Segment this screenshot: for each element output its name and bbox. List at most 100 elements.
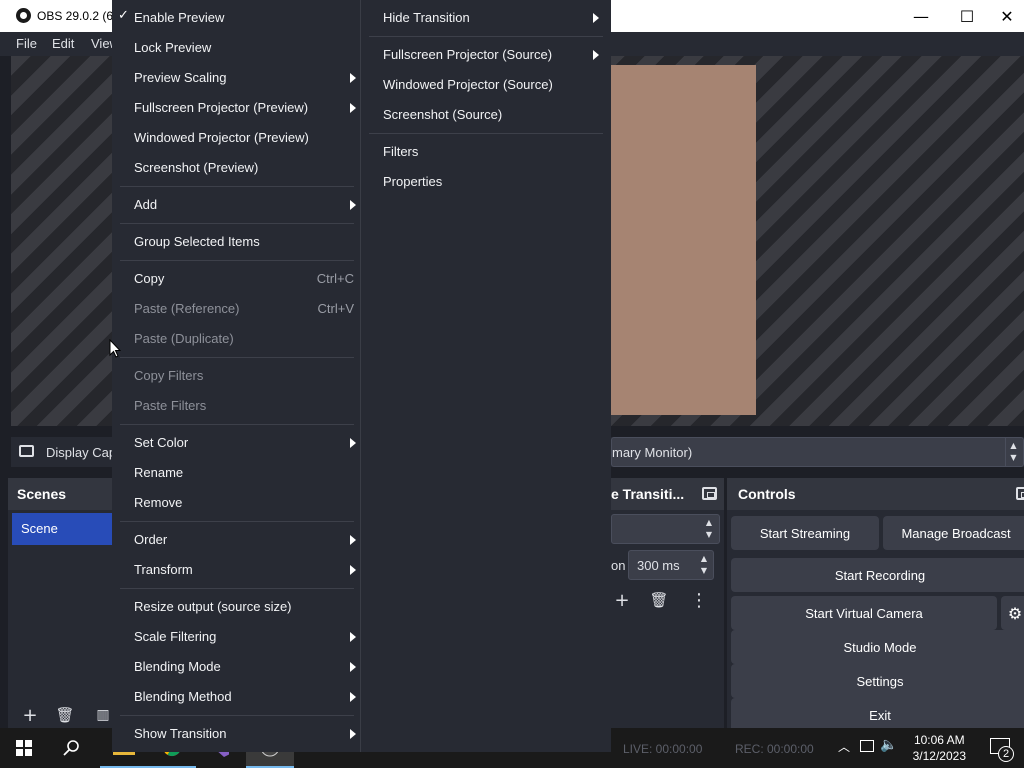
scene-filters-button[interactable]: ▥ — [94, 704, 112, 726]
undock-icon[interactable] — [702, 487, 717, 500]
undock-icon[interactable] — [1016, 487, 1024, 500]
menu-item-screenshot-preview[interactable]: Screenshot (Preview) — [112, 153, 368, 183]
menu-item-label: Copy — [134, 271, 165, 286]
network-icon[interactable] — [860, 740, 874, 752]
source-name: Display Capture — [46, 445, 114, 460]
menu-item-fullscreen-projector-source[interactable]: Fullscreen Projector (Source) — [361, 40, 611, 70]
start-streaming-button[interactable]: Start Streaming — [731, 516, 879, 550]
settings-button[interactable]: Settings — [731, 664, 1024, 698]
menu-item-paste-duplicate[interactable]: Paste (Duplicate) — [112, 324, 368, 354]
stepper-icon[interactable]: ▲ ▼ — [697, 551, 711, 579]
obs-logo-icon — [16, 8, 31, 23]
minimize-button[interactable]: — — [898, 0, 944, 32]
menu-item-order[interactable]: Order — [112, 525, 368, 555]
submenu-arrow-icon — [350, 438, 356, 448]
manage-broadcast-button[interactable]: Manage Broadcast — [883, 516, 1024, 550]
mouse-cursor-icon — [109, 339, 121, 358]
menu-item-group-selected[interactable]: Group Selected Items — [112, 227, 368, 257]
menu-item-label: Screenshot (Preview) — [134, 160, 259, 175]
menu-separator — [369, 36, 603, 37]
display-capture-source[interactable] — [611, 65, 756, 415]
add-scene-button[interactable]: + — [18, 704, 42, 726]
monitor-icon — [19, 445, 34, 457]
remove-scene-button[interactable]: 🗑 — [53, 704, 77, 726]
volume-icon[interactable]: 🔈 — [880, 737, 897, 753]
menu-separator — [120, 521, 354, 522]
submenu-arrow-icon — [350, 692, 356, 702]
menu-item-lock-preview[interactable]: Lock Preview — [112, 33, 368, 63]
menu-item-screenshot-source[interactable]: Screenshot (Source) — [361, 100, 611, 130]
menu-file[interactable]: File — [16, 36, 37, 51]
select-arrows-icon: ▲ ▼ — [1005, 438, 1021, 466]
virtual-camera-settings-gear-icon[interactable]: ⚙ — [1001, 596, 1024, 630]
submenu-arrow-icon — [350, 632, 356, 642]
controls-title: Controls — [727, 478, 1024, 510]
transition-select[interactable]: ▲ ▼ — [611, 514, 720, 544]
transition-menu-button[interactable]: ⋮ — [685, 588, 713, 612]
menu-item-copy[interactable]: Copy Ctrl+C — [112, 264, 368, 294]
menu-item-label: Windowed Projector (Source) — [383, 77, 553, 92]
menu-item-label: Order — [134, 532, 168, 547]
menu-item-label: Lock Preview — [134, 40, 212, 55]
menu-item-resize-output[interactable]: Resize output (source size) — [112, 592, 368, 622]
menu-item-set-color[interactable]: Set Color — [112, 428, 368, 458]
menu-item-show-transition[interactable]: Show Transition — [112, 719, 368, 749]
menu-item-hide-transition[interactable]: Hide Transition — [361, 3, 611, 33]
window-title: OBS 29.0.2 (64-bit, windows) - Profile: … — [37, 9, 113, 23]
menu-item-preview-scaling[interactable]: Preview Scaling — [112, 63, 368, 93]
menu-item-scale-filtering[interactable]: Scale Filtering — [112, 622, 368, 652]
shortcut-label: Ctrl+V — [317, 301, 354, 316]
menu-view[interactable]: View — [91, 36, 113, 51]
submenu-arrow-icon — [350, 73, 356, 83]
submenu-arrow-icon — [350, 103, 356, 113]
menu-item-filters[interactable]: Filters — [361, 137, 611, 167]
menu-item-enable-preview[interactable]: ✓ Enable Preview — [112, 3, 368, 33]
controls-dock: Controls Start Streaming Manage Broadcas… — [727, 478, 1024, 732]
menu-item-label: Properties — [383, 174, 443, 189]
clock-date: 3/12/2023 — [912, 749, 966, 763]
system-tray: ︿ 🔈 10:06 AM 3/12/2023 2 — [834, 728, 1024, 768]
shortcut-label: Ctrl+C — [316, 271, 354, 286]
scene-list-item[interactable]: Scene — [12, 513, 112, 545]
display-select[interactable]: mary Monitor) ▲ ▼ — [611, 437, 1024, 467]
menu-item-fullscreen-projector-preview[interactable]: Fullscreen Projector (Preview) — [112, 93, 368, 123]
menu-item-paste-filters[interactable]: Paste Filters — [112, 391, 368, 421]
search-icon[interactable] — [48, 728, 96, 768]
menu-item-blending-mode[interactable]: Blending Mode — [112, 652, 368, 682]
clock[interactable]: 10:06 AM 3/12/2023 — [913, 732, 966, 764]
menu-item-add[interactable]: Add — [112, 190, 368, 220]
checkmark-icon: ✓ — [118, 8, 129, 23]
context-menu: ✓ Enable Preview Lock Preview Preview Sc… — [112, 0, 368, 752]
menu-separator — [120, 357, 354, 358]
submenu-arrow-icon — [593, 13, 599, 23]
menu-edit[interactable]: Edit — [52, 36, 74, 51]
start-recording-button[interactable]: Start Recording — [731, 558, 1024, 592]
context-menu-column-2: Hide Transition Fullscreen Projector (So… — [360, 0, 611, 752]
remove-transition-button[interactable]: 🗑 — [645, 588, 673, 612]
menu-item-copy-filters[interactable]: Copy Filters — [112, 361, 368, 391]
menu-item-properties[interactable]: Properties — [361, 167, 611, 197]
close-button[interactable]: ✕ — [990, 0, 1024, 32]
menu-item-label: Filters — [383, 144, 419, 159]
menu-item-label: Blending Mode — [134, 659, 221, 674]
add-transition-button[interactable]: + — [608, 588, 636, 612]
menu-item-paste-reference[interactable]: Paste (Reference) Ctrl+V — [112, 294, 368, 324]
menu-item-remove[interactable]: Remove — [112, 488, 368, 518]
duration-input[interactable]: 300 ms ▲ ▼ — [628, 550, 714, 580]
submenu-arrow-icon — [350, 565, 356, 575]
menu-item-transform[interactable]: Transform — [112, 555, 368, 585]
studio-mode-button[interactable]: Studio Mode — [731, 630, 1024, 664]
menu-item-windowed-projector-preview[interactable]: Windowed Projector (Preview) — [112, 123, 368, 153]
menu-item-label: Fullscreen Projector (Source) — [383, 47, 553, 62]
start-virtual-camera-button[interactable]: Start Virtual Camera — [731, 596, 997, 630]
windows-start-icon[interactable] — [0, 728, 48, 768]
menu-item-blending-method[interactable]: Blending Method — [112, 682, 368, 712]
exit-button[interactable]: Exit — [731, 698, 1024, 732]
menu-item-rename[interactable]: Rename — [112, 458, 368, 488]
menu-item-label: Scale Filtering — [134, 629, 217, 644]
submenu-arrow-icon — [350, 729, 356, 739]
menu-item-label: Add — [134, 197, 158, 212]
menu-separator — [120, 715, 354, 716]
menu-item-windowed-projector-source[interactable]: Windowed Projector (Source) — [361, 70, 611, 100]
maximize-button[interactable]: ☐ — [944, 0, 990, 32]
